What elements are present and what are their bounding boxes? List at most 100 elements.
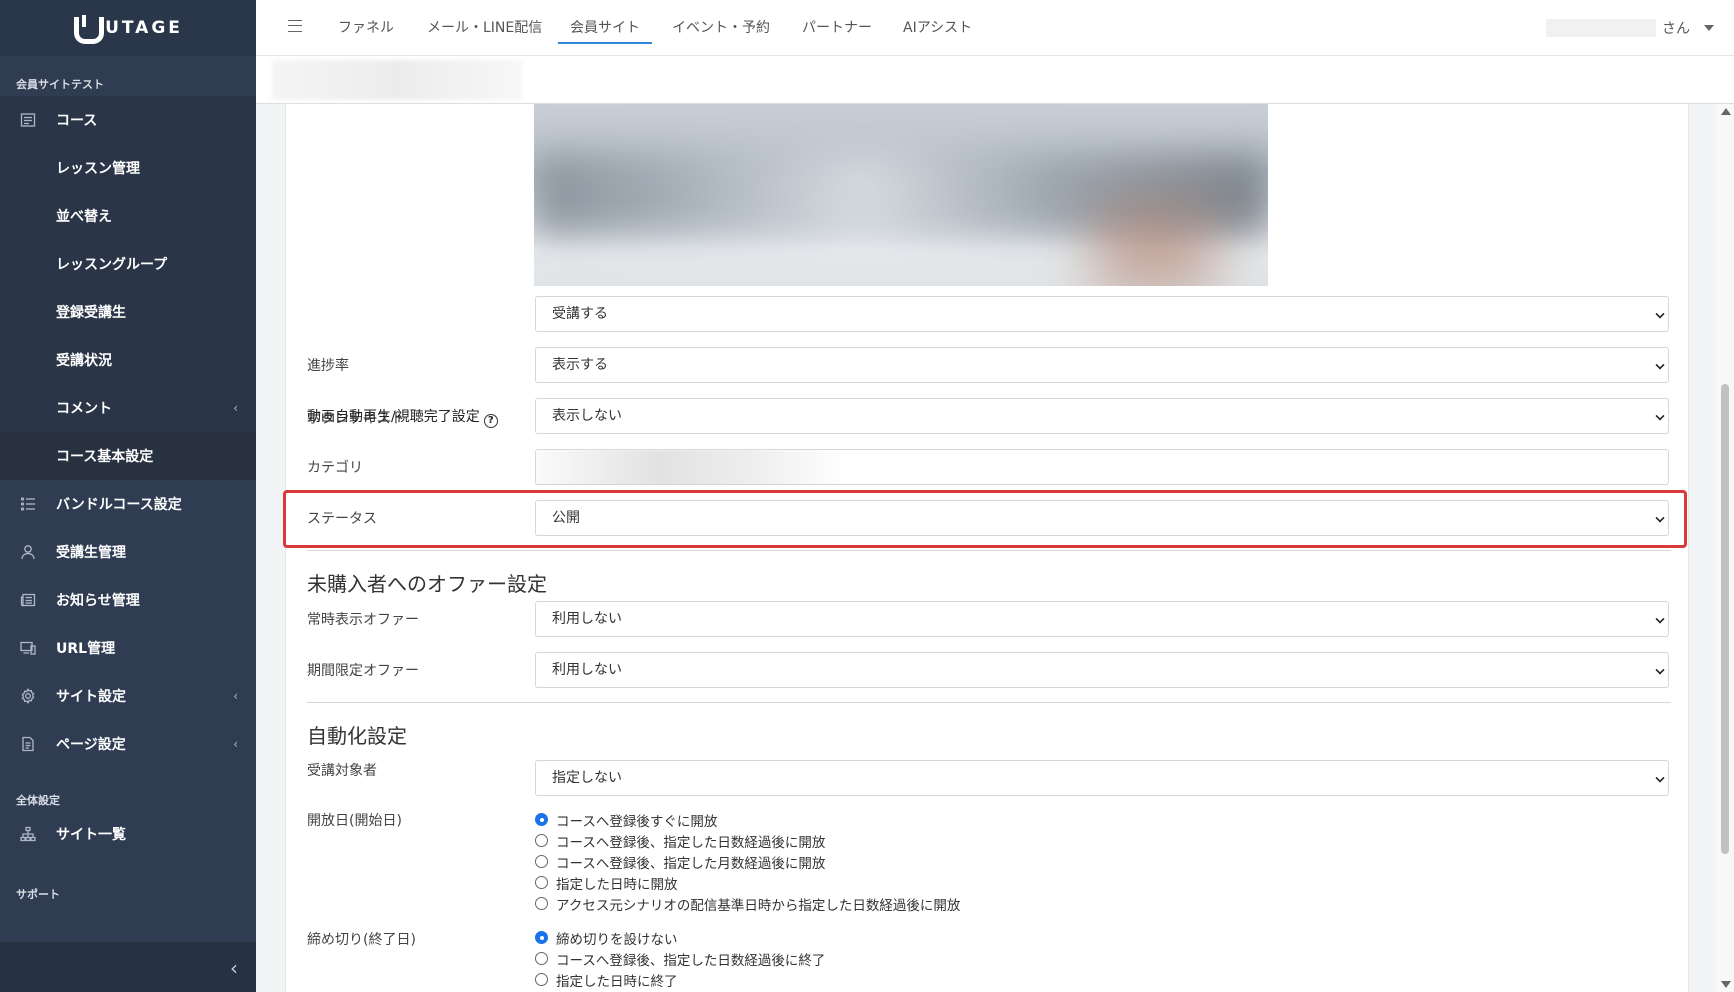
- sidebar-item-sort[interactable]: 並べ替え: [0, 192, 256, 240]
- hamburger-menu-icon[interactable]: [288, 20, 302, 32]
- sidebar-item-label: 登録受講生: [56, 305, 126, 321]
- deadline-option[interactable]: コースへ登録後、指定した日数経過後に終了: [535, 948, 825, 969]
- utage-logo-icon: [73, 15, 105, 44]
- tab-funnel[interactable]: ファネル: [338, 0, 394, 44]
- autoplay-label: 動画自動再生/視聴完了設定?: [307, 406, 498, 428]
- sidebar: UTAGE 会員サイトテスト コース レッスン管理 並べ替え レッスングループ …: [0, 0, 256, 992]
- logo[interactable]: UTAGE: [0, 0, 256, 56]
- user-suffix: さん: [1662, 21, 1690, 37]
- limited-offer-select[interactable]: 利用しない: [535, 652, 1669, 688]
- help-icon[interactable]: ?: [483, 414, 498, 428]
- sidebar-item-progress-status[interactable]: 受講状況: [0, 336, 256, 384]
- sidebar-item-news-management[interactable]: お知らせ管理: [0, 576, 256, 624]
- radio-label: 締め切りを設けない: [556, 931, 678, 948]
- chevron-down-icon: [1655, 773, 1665, 783]
- sidebar-item-label: 受講生管理: [56, 545, 126, 561]
- site-section-label: 会員サイトテスト: [16, 78, 104, 91]
- global-section-label: 全体設定: [16, 794, 60, 807]
- deadline-radio-group: 締め切りを設けない コースへ登録後、指定した日数経過後に終了 指定した日時に終了: [535, 927, 825, 990]
- logo-text: UTAGE: [105, 18, 183, 38]
- tab-event[interactable]: イベント・予約: [672, 0, 770, 44]
- select-value: 公開: [552, 510, 580, 526]
- collapse-sidebar-icon[interactable]: ‹: [230, 956, 238, 980]
- chevron-down-icon: [1655, 411, 1665, 421]
- sidebar-item-site-settings[interactable]: サイト設定 ‹: [0, 672, 256, 720]
- radio-label: コースへ登録後、指定した月数経過後に開放: [556, 855, 826, 872]
- breadcrumb-bar: [256, 56, 1734, 104]
- progress-select[interactable]: 表示する: [535, 347, 1669, 383]
- status-select[interactable]: 公開: [535, 500, 1669, 536]
- radio-icon: [535, 876, 548, 889]
- page-scrollbar[interactable]: [1716, 104, 1734, 992]
- course-thumbnail-image: [534, 104, 1268, 286]
- sidebar-item-site-list[interactable]: サイト一覧: [0, 812, 256, 856]
- sidebar-item-label: URL管理: [56, 641, 116, 657]
- sidebar-item-course[interactable]: コース: [0, 96, 256, 144]
- user-menu[interactable]: さん: [1546, 18, 1714, 38]
- autoplay-select[interactable]: 表示しない: [535, 398, 1669, 434]
- tab-member-site[interactable]: 会員サイト: [558, 0, 652, 44]
- select-value: 表示しない: [552, 408, 622, 424]
- tab-mail-line[interactable]: メール・LINE配信: [427, 0, 542, 44]
- radio-selected-icon: [535, 931, 548, 944]
- support-section-label: サポート: [16, 888, 60, 901]
- scroll-down-icon[interactable]: [1721, 981, 1731, 988]
- open-date-option[interactable]: 指定した日時に開放: [535, 872, 960, 893]
- open-date-option[interactable]: コースへ登録後、指定した月数経過後に開放: [535, 851, 960, 872]
- sidebar-item-url-management[interactable]: URL管理: [0, 624, 256, 672]
- chevron-left-icon: ‹: [233, 401, 238, 415]
- sidebar-item-page-settings[interactable]: ページ設定 ‹: [0, 720, 256, 768]
- deadline-label: 締め切り(終了日): [307, 932, 416, 948]
- radio-label: 指定した日時に終了: [556, 973, 678, 990]
- sidebar-item-label: お知らせ管理: [56, 593, 140, 609]
- button-text-select[interactable]: 受講する: [535, 296, 1669, 332]
- category-input[interactable]: [535, 449, 1669, 485]
- open-date-option[interactable]: コースへ登録後、指定した日数経過後に開放: [535, 830, 960, 851]
- sidebar-item-label: コース: [56, 113, 98, 129]
- divider: [307, 550, 1671, 551]
- autoplay-label-text: 動画自動再生/視聴完了設定: [307, 409, 480, 425]
- radio-icon: [535, 897, 548, 910]
- radio-selected-icon: [535, 813, 548, 826]
- sidebar-item-enrolled-students[interactable]: 登録受講生: [0, 288, 256, 336]
- sidebar-item-label: 受講状況: [56, 353, 112, 369]
- target-select[interactable]: 指定しない: [535, 760, 1669, 796]
- sidebar-item-label: サイト設定: [56, 689, 126, 705]
- scrollbar-thumb[interactable]: [1721, 384, 1729, 854]
- deadline-option[interactable]: 締め切りを設けない: [535, 927, 825, 948]
- deadline-option[interactable]: 指定した日時に終了: [535, 969, 825, 990]
- chevron-down-icon: [1655, 309, 1665, 319]
- tab-ai-assist[interactable]: AIアシスト: [903, 0, 972, 44]
- sidebar-item-label: サイト一覧: [56, 827, 126, 843]
- devices-icon: [20, 641, 36, 655]
- open-date-option[interactable]: アクセス元シナリオの配信基準日時から指定した日数経過後に開放: [535, 893, 960, 914]
- radio-icon: [535, 973, 548, 986]
- offer-heading: 未購入者へのオファー設定: [307, 572, 547, 596]
- sidebar-item-lesson-management[interactable]: レッスン管理: [0, 144, 256, 192]
- target-label: 受講対象者: [307, 763, 377, 779]
- newspaper-icon: [20, 593, 36, 607]
- tab-partner[interactable]: パートナー: [802, 0, 872, 44]
- sidebar-item-comments[interactable]: コメント ‹: [0, 384, 256, 432]
- sidebar-item-label: レッスングループ: [56, 257, 168, 273]
- user-name-redacted: [1546, 19, 1656, 37]
- open-date-option[interactable]: コースへ登録後すぐに開放: [535, 809, 960, 830]
- radio-icon: [535, 952, 548, 965]
- document-icon: [22, 736, 34, 752]
- radio-icon: [535, 834, 548, 847]
- select-value: 利用しない: [552, 662, 622, 678]
- category-label: カテゴリ: [307, 460, 363, 476]
- always-offer-select[interactable]: 利用しない: [535, 601, 1669, 637]
- user-icon: [21, 545, 35, 560]
- category-redacted: [536, 450, 846, 484]
- divider: [307, 702, 1671, 703]
- radio-label: コースへ登録後、指定した日数経過後に開放: [556, 834, 826, 851]
- sidebar-item-lesson-group[interactable]: レッスングループ: [0, 240, 256, 288]
- sidebar-item-student-management[interactable]: 受講生管理: [0, 528, 256, 576]
- chevron-down-icon: [1655, 614, 1665, 624]
- scroll-up-icon[interactable]: [1721, 108, 1731, 115]
- chevron-left-icon: ‹: [233, 737, 238, 751]
- sidebar-item-bundle-course[interactable]: バンドルコース設定: [0, 480, 256, 528]
- progress-label: 進捗率: [307, 358, 349, 374]
- sidebar-item-course-settings[interactable]: コース基本設定: [0, 432, 256, 480]
